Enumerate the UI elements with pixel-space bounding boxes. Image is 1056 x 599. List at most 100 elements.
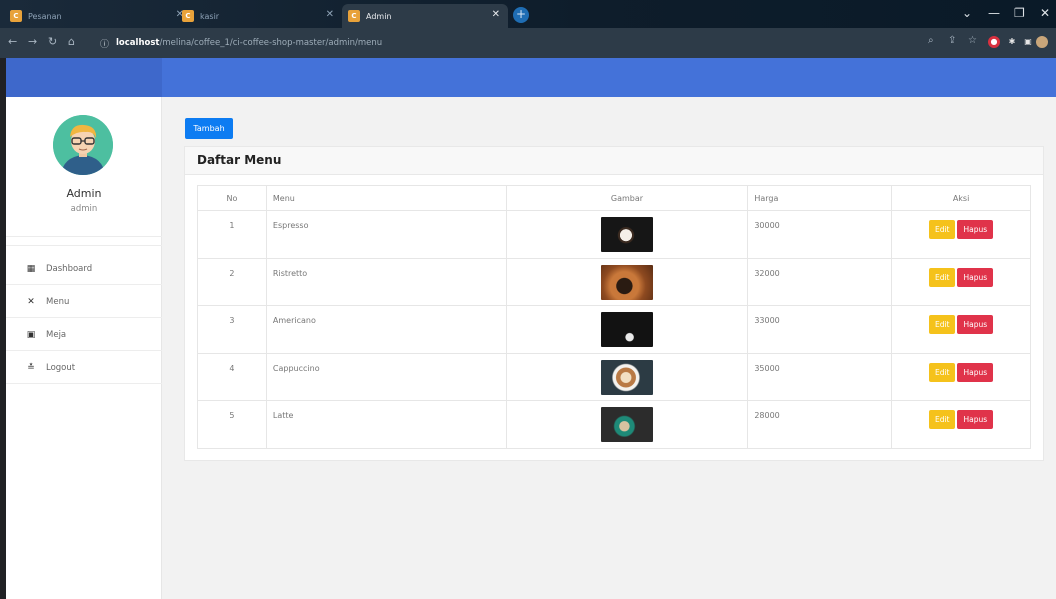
new-tab-icon[interactable]: + [513, 7, 529, 23]
tab-kasir[interactable]: C kasir ✕ [176, 4, 342, 28]
minimize-icon[interactable]: — [988, 6, 1000, 20]
profile-avatar-icon[interactable] [1036, 36, 1048, 48]
cell-no: 4 [197, 352, 267, 401]
table-row: 3 Americano 33000 Edit Hapus [197, 305, 1031, 354]
table-row: 1 Espresso 30000 Edit Hapus [197, 210, 1031, 259]
close-window-icon[interactable]: ✕ [1040, 6, 1050, 20]
column-header-aksi: Aksi [891, 185, 1031, 211]
cell-aksi: Edit Hapus [891, 305, 1031, 354]
sidebar-item-label: Meja [46, 329, 67, 340]
chevron-down-icon[interactable]: ⌄ [962, 6, 972, 20]
column-header-menu: Menu [265, 185, 507, 211]
top-navbar [6, 58, 1056, 97]
sidebar-item-logout[interactable]: ≛ Logout [6, 352, 162, 384]
user-icon: ≛ [27, 362, 35, 373]
main-content: Tambah Daftar Menu No Menu Gambar Harga … [162, 97, 1056, 599]
forward-icon[interactable]: → [28, 35, 37, 48]
delete-button[interactable]: Hapus [957, 220, 994, 239]
cell-harga: 28000 [747, 400, 893, 449]
table-row: 5 Latte 28000 Edit Hapus [197, 400, 1031, 449]
sidebar-user-role: admin [70, 204, 98, 214]
cell-harga: 30000 [747, 210, 893, 259]
edit-button[interactable]: Edit [928, 315, 956, 334]
sidebar-item-label: Logout [46, 362, 76, 373]
sidebar-divider [6, 245, 162, 246]
cell-aksi: Edit Hapus [891, 400, 1031, 449]
table-header-row: No Menu Gambar Harga Aksi [197, 185, 1031, 211]
cell-gambar [505, 352, 749, 401]
sidebar-divider [6, 236, 162, 237]
reload-icon[interactable]: ↻ [48, 35, 57, 48]
cell-no: 2 [197, 257, 267, 306]
restore-icon[interactable]: ❐ [1014, 6, 1025, 20]
delete-button[interactable]: Hapus [957, 267, 994, 287]
close-icon[interactable]: ✕ [326, 9, 334, 20]
cell-menu: Cappuccino [265, 352, 507, 401]
url-path: /melina/coffee_1/ci-coffee-shop-master/a… [159, 38, 383, 48]
cell-menu: Ristretto [265, 257, 507, 306]
delete-button[interactable]: Hapus [957, 410, 994, 429]
table-icon: ▣ [26, 329, 36, 340]
cell-harga: 33000 [747, 305, 893, 354]
codeigniter-icon: C [182, 10, 194, 22]
column-header-gambar: Gambar [505, 185, 749, 211]
avatar [53, 115, 113, 175]
cell-aksi: Edit Hapus [891, 352, 1031, 401]
tab-label: Admin [366, 11, 392, 21]
utensils-icon: ✕ [27, 296, 35, 307]
cell-aksi: Edit Hapus [891, 257, 1031, 306]
cell-menu: Americano [265, 305, 507, 354]
zoom-icon[interactable]: ⌕ [928, 35, 934, 46]
close-icon[interactable]: ✕ [492, 9, 500, 20]
column-header-no: No [197, 185, 267, 211]
edit-button[interactable]: Edit [928, 267, 956, 287]
url-field[interactable]: ⓘ localhost/melina/coffee_1/ci-coffee-sh… [98, 34, 918, 52]
espresso-image [600, 217, 653, 252]
cell-menu: Latte [265, 400, 507, 449]
home-icon[interactable]: ⌂ [68, 35, 75, 48]
table-row: 2 Ristretto 32000 Edit Hapus [197, 257, 1031, 306]
sidebar-item-label: Dashboard [46, 263, 93, 274]
back-icon[interactable]: ← [8, 35, 17, 48]
card-header: Daftar Menu [185, 147, 1043, 175]
delete-button[interactable]: Hapus [957, 362, 994, 382]
edit-button[interactable]: Edit [928, 410, 956, 429]
share-icon[interactable]: ⇪ [948, 35, 956, 46]
sidebar: Admin admin ▦ Dashboard ✕ Menu ▣ Meja ≛ … [6, 97, 162, 599]
sidebar-item-label: Menu [46, 296, 70, 307]
cell-no: 5 [197, 400, 267, 449]
add-menu-button[interactable]: Tambah [185, 118, 233, 139]
sidebar-item-dashboard[interactable]: ▦ Dashboard [6, 253, 162, 285]
tab-pesanan[interactable]: C Pesanan ✕ [4, 4, 192, 28]
table-row: 4 Cappuccino 35000 Edit Hapus [197, 352, 1031, 401]
cell-harga: 32000 [747, 257, 893, 306]
menu-table: No Menu Gambar Harga Aksi 1 Espresso 300… [197, 185, 1031, 449]
cell-harga: 35000 [747, 352, 893, 401]
edit-button[interactable]: Edit [928, 362, 956, 382]
cell-no: 1 [197, 210, 267, 259]
cell-gambar [505, 400, 749, 449]
cappuccino-image [600, 359, 653, 395]
browser-tab-bar: C Pesanan ✕ C kasir ✕ C Admin ✕ + ⌄ — ❐ … [0, 0, 1056, 28]
tab-label: Pesanan [28, 11, 62, 21]
cell-menu: Espresso [265, 210, 507, 259]
tab-label: kasir [200, 11, 220, 21]
ristretto-image [600, 264, 653, 300]
delete-button[interactable]: Hapus [957, 315, 994, 334]
adblock-extension-icon[interactable]: ● [988, 36, 1000, 48]
sidebar-item-menu[interactable]: ✕ Menu [6, 286, 162, 318]
edit-button[interactable]: Edit [928, 220, 956, 239]
cell-aksi: Edit Hapus [891, 210, 1031, 259]
sidebar-item-meja[interactable]: ▣ Meja [6, 319, 162, 351]
sidepanel-icon[interactable]: ▣ [1022, 36, 1034, 48]
extensions-puzzle-icon[interactable]: ✱ [1006, 36, 1018, 48]
page-title: Daftar Menu [197, 153, 282, 167]
tab-admin[interactable]: C Admin ✕ [342, 4, 508, 28]
column-header-harga: Harga [747, 185, 893, 211]
bookmark-star-icon[interactable]: ☆ [968, 35, 977, 46]
browser-address-bar: ← → ↻ ⌂ ⓘ localhost/melina/coffee_1/ci-c… [0, 28, 1056, 58]
info-icon[interactable]: ⓘ [100, 37, 109, 50]
latte-image [600, 407, 653, 442]
url-host: localhost [116, 38, 160, 48]
codeigniter-icon: C [348, 10, 360, 22]
